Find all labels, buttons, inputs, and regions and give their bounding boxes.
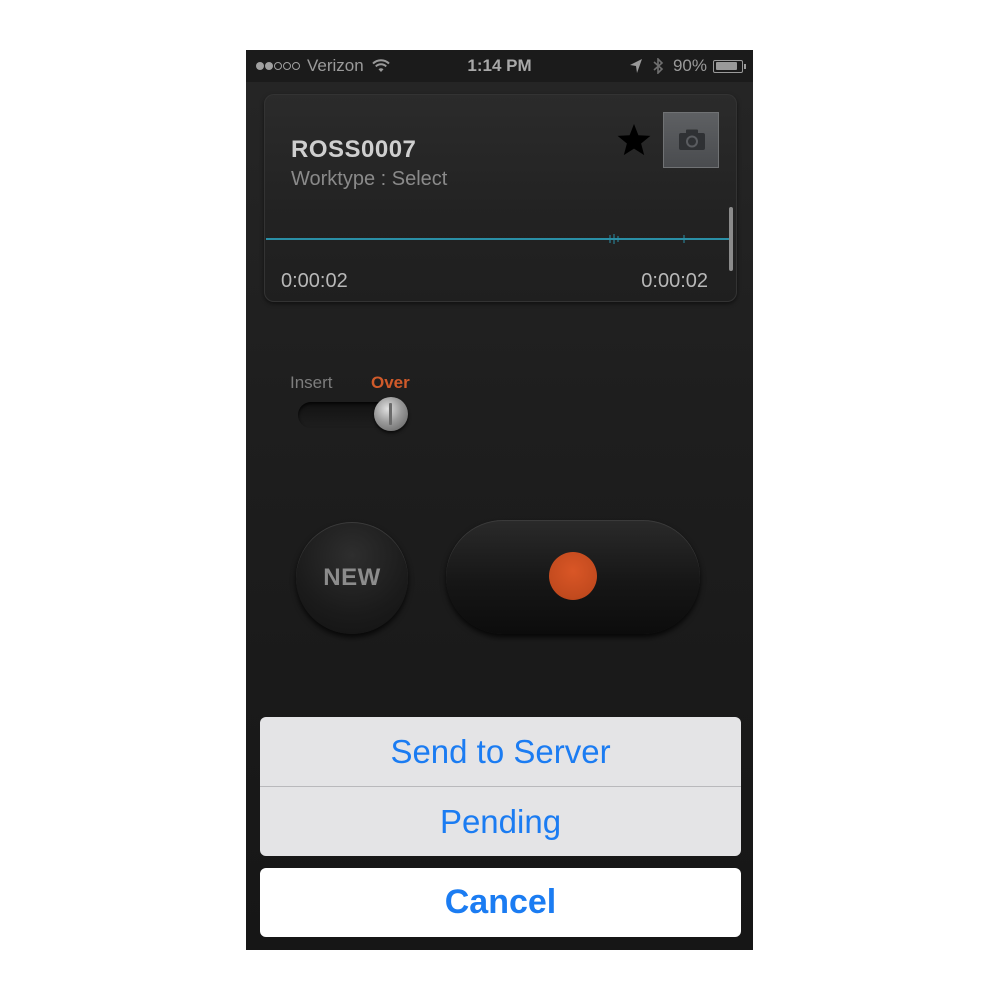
wifi-icon [371,59,390,72]
elapsed-time: 0:00:02 [281,270,348,292]
signal-dot [274,62,282,70]
send-to-server-button[interactable]: Send to Server [260,717,741,786]
signal-dot [265,62,273,70]
action-sheet: Send to Server Pending [260,717,741,856]
signal-strength-icon [256,62,301,70]
cancel-button[interactable]: Cancel [260,868,741,937]
camera-icon [679,129,705,150]
recording-title: ROSS0007 [291,136,417,163]
new-button[interactable]: NEW [296,522,408,634]
camera-button[interactable] [663,112,719,168]
status-left: Verizon [256,56,390,76]
battery-fill [715,62,738,70]
status-bar: Verizon 1:14 PM 90% [246,50,753,82]
pending-button[interactable]: Pending [260,787,741,856]
location-arrow-icon [629,59,642,73]
toggle-label-insert: Insert [290,373,333,392]
record-button[interactable] [446,520,700,634]
phone-screen: Verizon 1:14 PM 90% ROSS0007 Worktype : … [246,50,753,950]
bluetooth-icon [653,58,664,74]
record-dot-icon [549,552,597,600]
signal-dot [256,62,264,70]
toggle-label-over: Over [371,373,410,392]
battery-icon [713,59,746,73]
worktype-selector[interactable]: Worktype : Select [291,168,447,191]
battery-percent: 90% [672,56,707,75]
signal-dot [283,62,291,70]
recording-card[interactable]: ROSS0007 Worktype : Select 0:00:02 0:00:… [264,94,737,302]
toggle-knob[interactable] [374,397,408,431]
playhead-handle[interactable] [729,207,733,271]
carrier-name: Verizon [307,56,364,75]
status-right: 90% [629,56,746,76]
waveform[interactable] [264,229,734,249]
signal-dot [292,62,300,70]
total-duration: 0:00:02 [641,270,708,292]
star-icon[interactable] [614,120,654,160]
